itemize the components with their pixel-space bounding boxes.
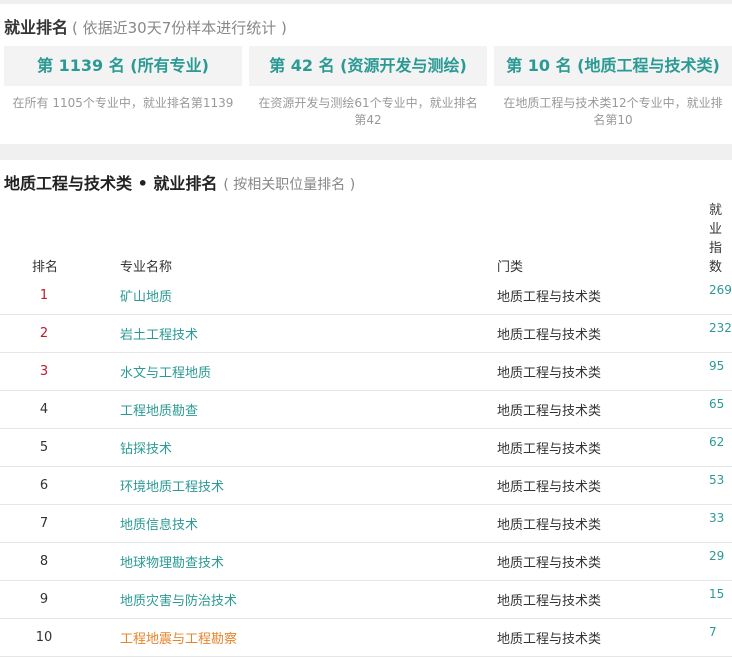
table-header-row: 排名 专业名称 门类 就业指数 bbox=[0, 198, 732, 277]
table-row: 2 岩土工程技术 地质工程与技术类 232 bbox=[0, 314, 732, 353]
section-title: 就业排名 bbox=[4, 18, 69, 37]
card-all-majors: 第 1139 名 (所有专业) 在所有 1105个专业中，就业排名第1139 bbox=[4, 46, 242, 112]
major-link[interactable]: 钻探技术 bbox=[120, 442, 172, 457]
rank-number: 6 bbox=[39, 478, 49, 493]
category-cell: 地质工程与技术类 bbox=[496, 277, 708, 315]
score-cell: 269 bbox=[708, 277, 732, 315]
rank-number: 2 bbox=[39, 326, 49, 341]
major-link[interactable]: 工程地质勘查 bbox=[120, 404, 198, 419]
header-score: 就业指数 bbox=[709, 203, 723, 275]
category-cell: 地质工程与技术类 bbox=[496, 580, 708, 619]
category-cell: 地质工程与技术类 bbox=[496, 352, 708, 391]
table-row: 9 地质灾害与防治技术 地质工程与技术类 15 bbox=[0, 580, 732, 619]
category-cell: 地质工程与技术类 bbox=[496, 618, 708, 657]
card-resource-survey: 第 42 名 (资源开发与测绘) 在资源开发与测绘61个专业中，就业排名第42 bbox=[249, 46, 487, 129]
table-row: 4 工程地质勘查 地质工程与技术类 65 bbox=[0, 390, 732, 429]
table-row: 5 钻探技术 地质工程与技术类 62 bbox=[0, 428, 732, 467]
major-link[interactable]: 环境地质工程技术 bbox=[120, 480, 224, 495]
rank-number: 7 bbox=[39, 516, 49, 531]
score-cell: 95 bbox=[708, 352, 732, 391]
category-cell: 地质工程与技术类 bbox=[496, 390, 708, 429]
card-headline: 第 10 名 (地质工程与技术类) bbox=[494, 46, 732, 86]
header-name: 专业名称 bbox=[120, 260, 173, 275]
header-rank: 排名 bbox=[32, 260, 59, 275]
major-link[interactable]: 岩土工程技术 bbox=[120, 328, 198, 343]
table-row: 3 水文与工程地质 地质工程与技术类 95 bbox=[0, 352, 732, 391]
table-row: 6 环境地质工程技术 地质工程与技术类 53 bbox=[0, 466, 732, 505]
score-cell: 33 bbox=[708, 504, 732, 543]
score-cell: 15 bbox=[708, 580, 732, 619]
card-description: 在所有 1105个专业中，就业排名第1139 bbox=[12, 96, 234, 110]
score-cell: 29 bbox=[708, 542, 732, 581]
rank-number: 5 bbox=[39, 440, 49, 455]
card-headline: 第 42 名 (资源开发与测绘) bbox=[249, 46, 487, 86]
rank-number: 3 bbox=[39, 364, 49, 379]
score-cell: 65 bbox=[708, 390, 732, 429]
card-description: 在地质工程与技术类12个专业中，就业排名第10 bbox=[503, 96, 723, 127]
ranking-subtitle: ( 按相关职位量排名 ) bbox=[223, 177, 356, 193]
table-row: 7 地质信息技术 地质工程与技术类 33 bbox=[0, 504, 732, 543]
category-cell: 地质工程与技术类 bbox=[496, 466, 708, 505]
ranking-title: 地质工程与技术类 • 就业排名 bbox=[4, 174, 218, 193]
card-description: 在资源开发与测绘61个专业中，就业排名第42 bbox=[258, 96, 478, 127]
table-row-current: 10 工程地震与工程勘察 地质工程与技术类 7 bbox=[0, 618, 732, 657]
table-row: 1 矿山地质 地质工程与技术类 269 bbox=[0, 277, 732, 315]
major-link[interactable]: 水文与工程地质 bbox=[120, 366, 211, 381]
score-cell: 53 bbox=[708, 466, 732, 505]
card-geology-category: 第 10 名 (地质工程与技术类) 在地质工程与技术类12个专业中，就业排名第1… bbox=[494, 46, 732, 129]
section-subtitle: ( 依据近30天7份样本进行统计 ) bbox=[72, 19, 287, 37]
category-cell: 地质工程与技术类 bbox=[496, 314, 708, 353]
rank-number: 10 bbox=[35, 630, 53, 645]
score-cell: 232 bbox=[708, 314, 732, 353]
rank-number: 4 bbox=[39, 402, 49, 417]
rank-number: 9 bbox=[39, 592, 49, 607]
rank-number: 1 bbox=[39, 288, 49, 303]
major-link-current[interactable]: 工程地震与工程勘察 bbox=[120, 632, 237, 647]
category-cell: 地质工程与技术类 bbox=[496, 542, 708, 581]
major-link[interactable]: 地球物理勘查技术 bbox=[120, 556, 224, 571]
card-headline: 第 1139 名 (所有专业) bbox=[4, 46, 242, 86]
major-link[interactable]: 矿山地质 bbox=[120, 290, 172, 305]
score-cell: 62 bbox=[708, 428, 732, 467]
header-category: 门类 bbox=[497, 260, 524, 275]
table-row: 8 地球物理勘查技术 地质工程与技术类 29 bbox=[0, 542, 732, 581]
ranking-cards: 第 1139 名 (所有专业) 在所有 1105个专业中，就业排名第1139 第… bbox=[0, 38, 732, 134]
major-link[interactable]: 地质信息技术 bbox=[120, 518, 198, 533]
category-cell: 地质工程与技术类 bbox=[496, 428, 708, 467]
category-cell: 地质工程与技术类 bbox=[496, 504, 708, 543]
employment-ranking-header: 就业排名( 依据近30天7份样本进行统计 ) bbox=[0, 4, 732, 38]
major-link[interactable]: 地质灾害与防治技术 bbox=[120, 594, 237, 609]
rank-number: 8 bbox=[39, 554, 49, 569]
section-divider bbox=[0, 144, 732, 160]
score-cell: 7 bbox=[708, 618, 732, 657]
ranking-table: 排名 专业名称 门类 就业指数 1 矿山地质 地质工程与技术类 269 2 岩土… bbox=[0, 198, 732, 657]
category-ranking-header: 地质工程与技术类 • 就业排名 ( 按相关职位量排名 ) bbox=[0, 160, 732, 198]
